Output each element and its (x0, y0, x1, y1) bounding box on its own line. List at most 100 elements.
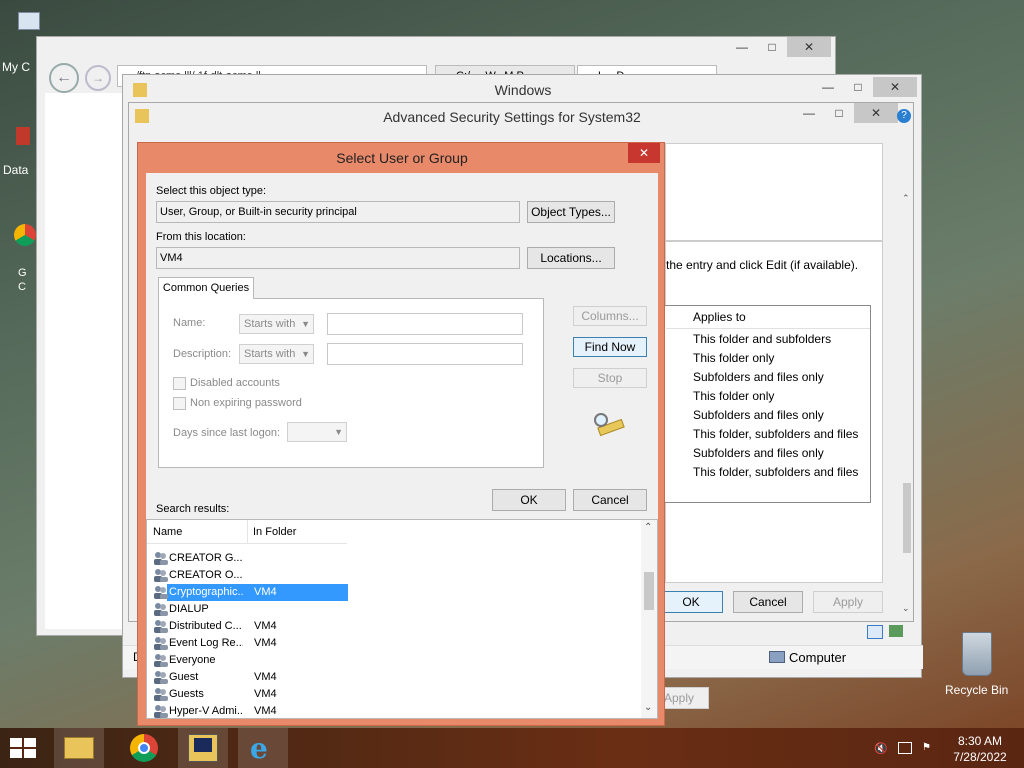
minimize-button[interactable]: — (727, 37, 757, 57)
tab-common-queries[interactable]: Common Queries (158, 277, 254, 299)
locations-button[interactable]: Locations... (527, 247, 615, 269)
user-group-icon (153, 670, 168, 684)
help-icon[interactable]: ? (897, 109, 911, 123)
list-item[interactable]: Event Log Re... VM4 (147, 635, 647, 652)
desktop-icon-label: My C (2, 60, 30, 74)
list-item[interactable]: Distributed C... VM4 (147, 618, 647, 635)
view-toggle-icons[interactable] (867, 625, 907, 639)
scroll-thumb[interactable] (644, 572, 654, 610)
volume-muted-icon[interactable]: 🔇 (874, 742, 888, 755)
description-input[interactable] (327, 343, 523, 365)
days-since-logon-select[interactable]: ▼ (287, 422, 347, 442)
internet-explorer-icon: e (250, 732, 268, 765)
description-starts-with-select[interactable]: Starts with ▼ (239, 344, 314, 364)
applies-row[interactable]: This folder only (693, 351, 774, 365)
status-computer: Computer (789, 650, 847, 665)
desktop-icon-label: Data (3, 163, 29, 177)
list-item[interactable]: Cryptographic... VM4 (147, 584, 647, 601)
list-item[interactable]: Guests VM4 (147, 686, 647, 703)
scroll-up-arrow[interactable]: ⌃ (644, 522, 652, 533)
cancel-button[interactable]: Cancel (733, 591, 803, 613)
user-group-icon (153, 568, 168, 582)
close-button[interactable]: ✕ (628, 143, 660, 163)
windows-logo-icon (10, 738, 36, 758)
scroll-down-arrow[interactable]: ⌄ (644, 702, 652, 713)
applies-row[interactable]: This folder only (693, 389, 774, 403)
user-group-icon (153, 619, 168, 633)
scroll-up-arrow[interactable]: ⌃ (902, 193, 910, 204)
apply-button[interactable]: Apply (813, 591, 883, 613)
vertical-scrollbar[interactable]: ⌃ ⌄ (901, 193, 913, 618)
cancel-button[interactable]: Cancel (573, 489, 647, 511)
applies-row[interactable]: This folder, subfolders and files (693, 427, 858, 441)
desktop-icon-my-computer[interactable]: My C (0, 10, 40, 80)
disabled-accounts-label: Disabled accounts (190, 377, 280, 389)
minimize-button[interactable]: — (813, 77, 843, 97)
result-folder: VM4 (254, 671, 277, 683)
non-expiring-label: Non expiring password (190, 397, 302, 409)
list-item[interactable]: CREATOR O... (147, 567, 647, 584)
maximize-button[interactable]: □ (757, 37, 787, 57)
close-button[interactable]: ✕ (873, 77, 917, 97)
clock-date[interactable]: 7/28/2022 (950, 750, 1010, 764)
object-type-field: User, Group, or Built-in security princi… (156, 201, 520, 223)
forward-button[interactable]: → (85, 65, 111, 91)
list-item[interactable]: Guest VM4 (147, 669, 647, 686)
user-group-icon (153, 704, 168, 718)
name-input[interactable] (327, 313, 523, 335)
object-types-button[interactable]: Object Types... (527, 201, 615, 223)
desktop-icon-recycle-bin[interactable]: Recycle Bin (940, 630, 1014, 700)
applies-row[interactable]: Subfolders and files only (693, 408, 824, 422)
desktop-icon-chrome[interactable]: G C (0, 220, 40, 300)
window-title: Advanced Security Settings for System32 (383, 109, 641, 125)
ok-button[interactable]: OK (659, 591, 723, 613)
chevron-down-icon: ▼ (334, 427, 343, 437)
columns-button[interactable]: Columns... (573, 306, 647, 326)
maximize-button[interactable]: □ (843, 77, 873, 97)
maximize-button[interactable]: □ (824, 103, 854, 123)
taskbar-internet-explorer[interactable]: e (238, 728, 288, 768)
find-now-button[interactable]: Find Now (573, 337, 647, 357)
back-button[interactable]: ← (49, 63, 79, 93)
taskbar-chrome[interactable] (120, 728, 168, 768)
close-button[interactable]: ✕ (854, 103, 898, 123)
list-item[interactable]: Everyone (147, 652, 647, 669)
clock-time[interactable]: 8:30 AM (950, 734, 1010, 748)
details-view-icon[interactable] (867, 625, 883, 639)
network-icon[interactable] (898, 742, 912, 754)
start-button[interactable] (8, 736, 38, 760)
common-queries-panel: Name: Starts with ▼ Description: Starts w… (158, 298, 544, 468)
minimize-button[interactable]: — (794, 103, 824, 123)
scroll-down-arrow[interactable]: ⌄ (902, 603, 910, 614)
action-center-icon[interactable]: ⚑ (922, 742, 936, 754)
column-header-folder[interactable]: In Folder (253, 526, 296, 538)
non-expiring-checkbox[interactable] (173, 397, 186, 410)
taskbar-powershell[interactable] (178, 728, 228, 768)
computer-icon (769, 651, 785, 663)
instruction-text: the entry and click Edit (if available). (666, 258, 859, 272)
applies-to-header: Applies to (693, 310, 746, 324)
results-scrollbar[interactable]: ⌃ ⌄ (641, 520, 657, 718)
ok-button[interactable]: OK (492, 489, 566, 511)
applies-row[interactable]: This folder and subfolders (693, 332, 831, 346)
name-starts-with-select[interactable]: Starts with ▼ (239, 314, 314, 334)
applies-row[interactable]: This folder, subfolders and files (693, 465, 858, 479)
select-user-dialog[interactable]: Select User or Group ✕ Select this objec… (137, 142, 665, 726)
applies-row[interactable]: Subfolders and files only (693, 446, 824, 460)
desktop-icon-data[interactable]: Data (0, 125, 40, 180)
taskbar-file-explorer[interactable] (54, 728, 104, 768)
list-item[interactable]: CREATOR G... (147, 550, 647, 567)
close-button[interactable]: ✕ (787, 37, 831, 57)
list-item[interactable]: Hyper-V Admi... VM4 (147, 703, 647, 718)
tiles-view-icon[interactable] (889, 625, 903, 637)
scroll-thumb[interactable] (903, 483, 911, 553)
list-item[interactable]: DIALUP (147, 601, 647, 618)
user-group-icon (153, 636, 168, 650)
name-label: Name: (173, 317, 206, 329)
stop-button[interactable]: Stop (573, 368, 647, 388)
column-header-name[interactable]: Name (153, 526, 182, 538)
chevron-down-icon: ▼ (301, 349, 310, 359)
search-results-list[interactable]: Name In Folder CREATOR G... CREATOR O... C… (146, 519, 658, 719)
applies-row[interactable]: Subfolders and files only (693, 370, 824, 384)
disabled-accounts-checkbox[interactable] (173, 377, 186, 390)
